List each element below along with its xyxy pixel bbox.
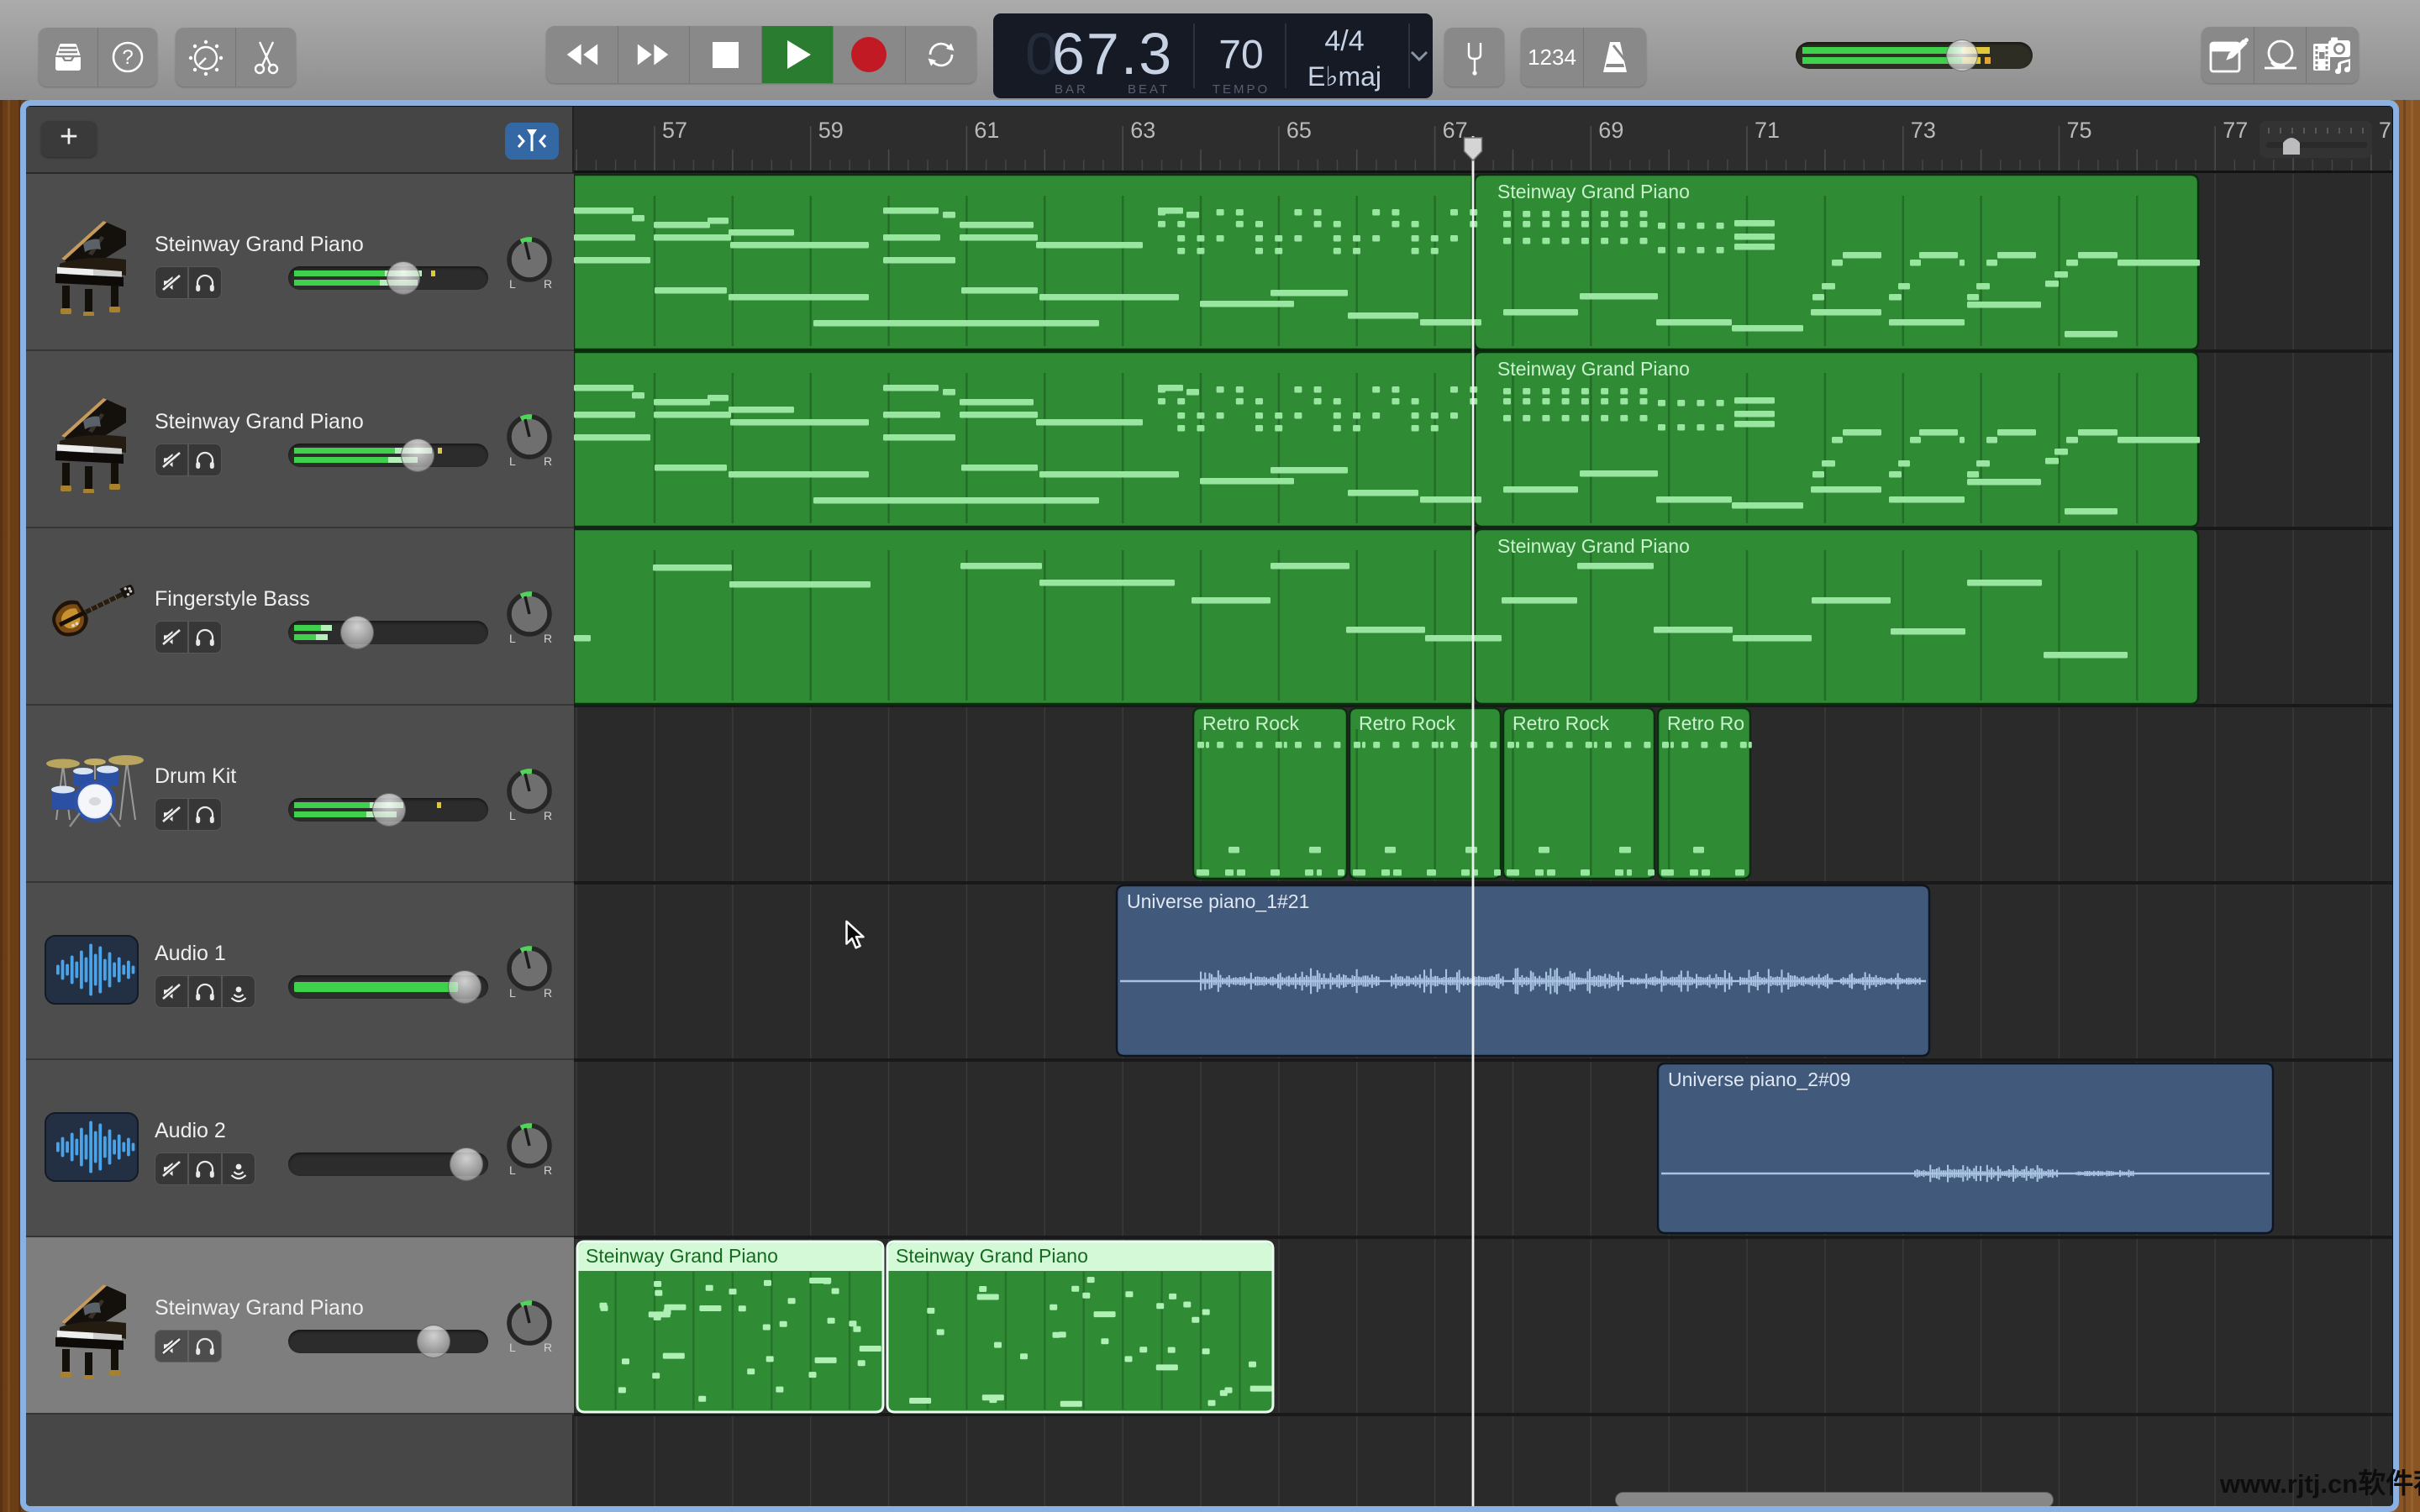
- svg-text:?: ?: [122, 46, 133, 69]
- svg-text:L: L: [509, 809, 516, 822]
- svg-text:63: 63: [1130, 118, 1155, 143]
- svg-text:L: L: [509, 277, 516, 291]
- svg-text:69: 69: [1598, 118, 1623, 143]
- svg-text:77: 77: [2223, 118, 2248, 143]
- svg-text:R: R: [544, 809, 552, 822]
- svg-text:Retro Ro: Retro Ro: [1667, 712, 1744, 734]
- svg-text:79: 79: [2379, 118, 2392, 143]
- svg-text:Retro Rock: Retro Rock: [1512, 712, 1610, 734]
- svg-text:Steinway Grand Piano: Steinway Grand Piano: [586, 1245, 778, 1267]
- svg-text:L: L: [509, 986, 516, 1000]
- svg-text:R: R: [544, 632, 552, 645]
- svg-text:L: L: [509, 454, 516, 468]
- svg-text:65: 65: [1286, 118, 1312, 143]
- svg-text:Retro Rock: Retro Rock: [1202, 712, 1300, 734]
- svg-text:59: 59: [818, 118, 844, 143]
- svg-text:61: 61: [974, 118, 999, 143]
- svg-text:Retro Rock: Retro Rock: [1359, 712, 1456, 734]
- svg-text:L: L: [509, 1341, 516, 1354]
- svg-text:Steinway Grand Piano: Steinway Grand Piano: [896, 1245, 1088, 1267]
- svg-text:Steinway Grand Piano: Steinway Grand Piano: [1497, 181, 1690, 202]
- svg-text:R: R: [544, 454, 552, 468]
- svg-text:Steinway Grand Piano: Steinway Grand Piano: [1497, 358, 1690, 380]
- svg-text:71: 71: [1754, 118, 1780, 143]
- svg-text:57: 57: [662, 118, 687, 143]
- svg-text:R: R: [544, 277, 552, 291]
- svg-text:R: R: [544, 986, 552, 1000]
- svg-text:L: L: [509, 1163, 516, 1177]
- svg-text:Steinway Grand Piano: Steinway Grand Piano: [1497, 535, 1690, 557]
- svg-text:73: 73: [1911, 118, 1936, 143]
- svg-text:Universe piano_1#21: Universe piano_1#21: [1127, 890, 1309, 912]
- svg-text:Universe piano_2#09: Universe piano_2#09: [1668, 1068, 1850, 1090]
- svg-text:R: R: [544, 1341, 552, 1354]
- svg-text:75: 75: [2067, 118, 2092, 143]
- svg-text:L: L: [509, 632, 516, 645]
- svg-text:R: R: [544, 1163, 552, 1177]
